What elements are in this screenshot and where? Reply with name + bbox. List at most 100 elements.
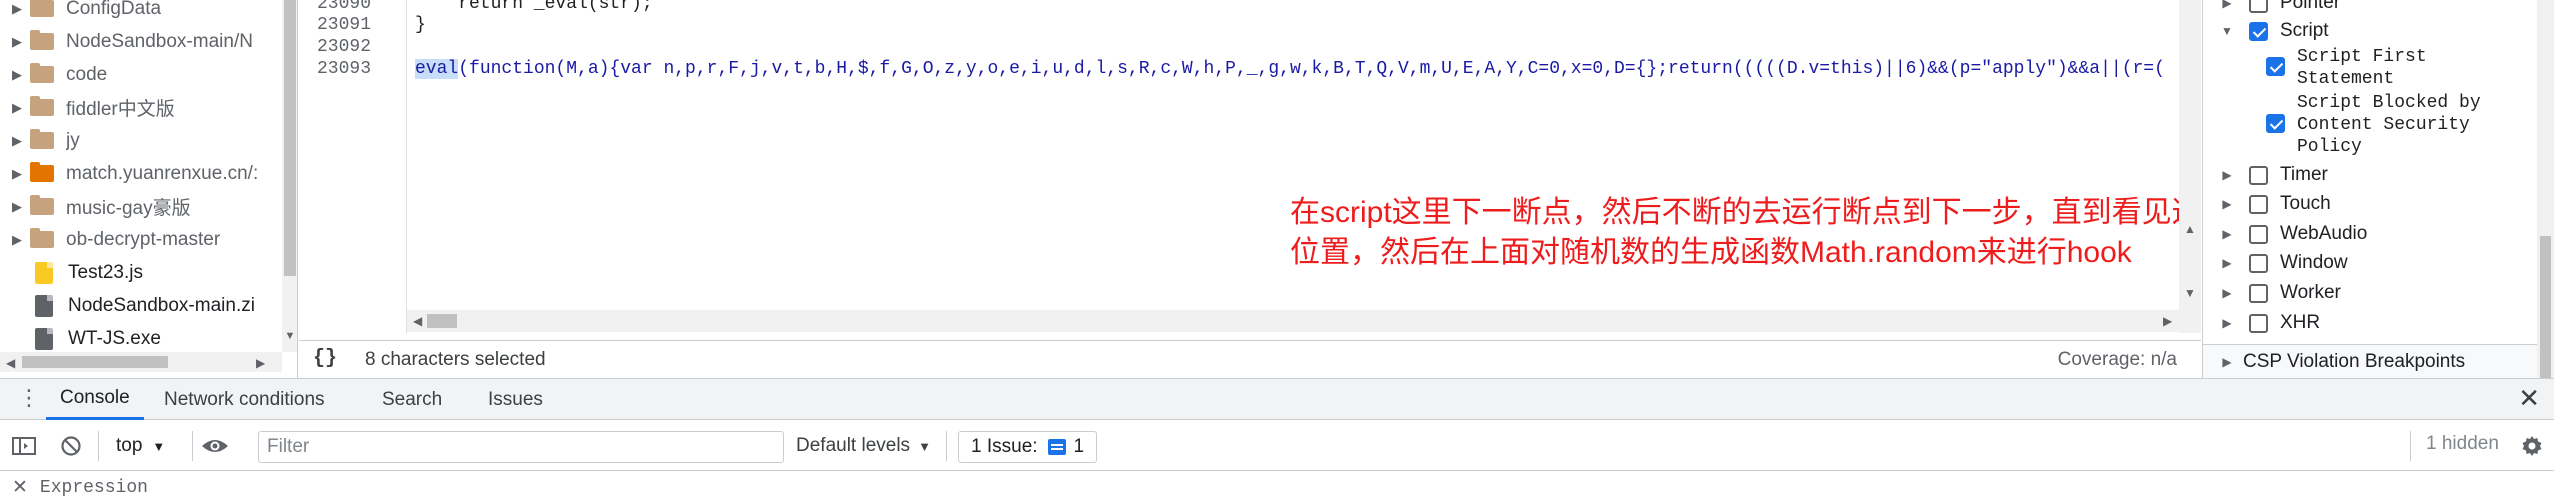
tab-search[interactable]: Search	[368, 379, 456, 420]
expand-arrow-icon[interactable]: ▶	[0, 166, 30, 182]
navigator-item[interactable]: ▶ code	[0, 58, 280, 91]
navigator-item[interactable]: ▶ music-gay豪版	[0, 190, 280, 223]
checkbox[interactable]	[2249, 313, 2268, 333]
breakpoints-vertical-scroll-thumb[interactable]	[2540, 236, 2551, 378]
issues-counter-button[interactable]: 1 Issue: 1	[958, 431, 1098, 463]
pretty-print-icon[interactable]: {}	[313, 347, 337, 370]
folder-icon	[30, 0, 54, 17]
scroll-up-icon[interactable]: ▲	[2184, 222, 2196, 236]
expand-arrow-icon[interactable]: ▶	[0, 133, 30, 149]
checkbox-checked[interactable]	[2266, 57, 2285, 76]
breakpoint-category-webaudio[interactable]: ▶ WebAudio	[2203, 220, 2367, 248]
navigator-scroll-down-icon[interactable]: ▼	[282, 330, 297, 346]
section-title: CSP Violation Breakpoints	[2243, 350, 2466, 372]
checkbox[interactable]	[2249, 283, 2268, 303]
scroll-right-icon[interactable]: ▶	[2163, 314, 2172, 328]
line-number-gutter[interactable]: 23090 23091 23092 23093	[299, 0, 407, 333]
checkbox[interactable]	[2249, 224, 2268, 244]
expand-arrow-icon[interactable]: ▶	[2217, 256, 2237, 270]
breakpoint-category-pointer[interactable]: ▶ Pointer	[2203, 0, 2340, 17]
folder-icon	[30, 30, 54, 50]
expand-arrow-icon[interactable]: ▶	[0, 232, 30, 248]
navigator-item-label: jy	[66, 129, 80, 151]
navigator-item[interactable]: ▶ fiddler中文版	[0, 91, 280, 124]
csp-violation-breakpoints-header[interactable]: ▶ CSP Violation Breakpoints	[2203, 344, 2539, 378]
scroll-right-icon[interactable]: ▶	[256, 356, 265, 370]
breakpoint-label: Script Blocked by Content Security Polic…	[2297, 92, 2481, 158]
navigator-item[interactable]: ▶ match.yuanrenxue.cn/:	[0, 157, 280, 190]
code-line[interactable]: return _eval(str);	[415, 0, 652, 14]
breakpoint-category-worker[interactable]: ▶ Worker	[2203, 279, 2341, 307]
expand-arrow-icon[interactable]: ▶	[2217, 197, 2237, 211]
navigator-item[interactable]: ▶ NodeSandbox-main/N	[0, 25, 280, 58]
expand-arrow-icon[interactable]: ▶	[2217, 316, 2237, 330]
code-line[interactable]: }	[415, 15, 426, 35]
console-filter-input[interactable]: Filter	[258, 431, 784, 463]
checkbox[interactable]	[2249, 194, 2268, 214]
navigator-item[interactable]: ▶ ConfigData	[0, 0, 280, 25]
editor-vertical-scrollbar[interactable]	[2179, 0, 2201, 333]
checkbox[interactable]	[2249, 253, 2268, 273]
breakpoint-script-first-statement[interactable]: Script First Statement	[2254, 46, 2427, 90]
console-settings-gear-icon[interactable]	[2520, 430, 2544, 462]
line-number: 23093	[317, 59, 372, 79]
category-label: WebAudio	[2280, 223, 2368, 244]
navigator-item[interactable]: WT-JS.exe	[0, 322, 280, 355]
checkbox[interactable]	[2249, 165, 2268, 185]
category-label: Touch	[2280, 193, 2331, 214]
tab-console[interactable]: Console	[46, 379, 144, 420]
sidebar-toggle-icon[interactable]	[12, 430, 36, 462]
file-navigator: ▶ ConfigData ▶ NodeSandbox-main/N ▶ code ▶ fidd…	[0, 0, 298, 378]
category-label: Timer	[2280, 164, 2328, 185]
checkbox[interactable]	[2249, 0, 2268, 13]
editor-horizontal-scroll-thumb[interactable]	[427, 314, 457, 328]
navigator-item-label: code	[66, 63, 108, 85]
scroll-left-icon[interactable]: ◀	[6, 356, 15, 370]
navigator-item[interactable]: ▶ ob-decrypt-master	[0, 223, 280, 256]
code-editor[interactable]: 23090 23091 23092 23093 return _eval(str…	[299, 0, 2201, 378]
expression-label[interactable]: Expression	[40, 478, 148, 498]
scroll-left-icon[interactable]: ◀	[413, 314, 422, 328]
navigator-vertical-scroll-thumb[interactable]	[284, 0, 296, 276]
navigator-item-label: match.yuanrenxue.cn/:	[66, 162, 259, 184]
collapse-arrow-icon[interactable]: ▼	[2217, 24, 2237, 38]
breakpoint-category-xhr[interactable]: ▶ XHR	[2203, 309, 2320, 337]
log-levels-dropdown[interactable]: Default levels ▼	[796, 430, 931, 462]
dropdown-arrow-icon: ▼	[152, 438, 166, 454]
expand-arrow-icon[interactable]: ▶	[0, 67, 30, 83]
context-selector[interactable]: top ▼	[116, 430, 165, 462]
drawer-menu-icon[interactable]: ⋮	[18, 387, 40, 409]
live-expression-eye-icon[interactable]	[200, 430, 230, 462]
close-drawer-icon[interactable]: ✕	[2518, 383, 2540, 414]
code-line-23093[interactable]: eval(function(M,a){var n,p,r,F,j,v,t,b,H…	[415, 59, 2165, 79]
breakpoint-category-window[interactable]: ▶ Window	[2203, 249, 2347, 277]
breakpoint-category-timer[interactable]: ▶ Timer	[2203, 161, 2328, 189]
expand-arrow-icon[interactable]: ▶	[2217, 227, 2237, 241]
tab-issues[interactable]: Issues	[474, 379, 557, 420]
navigator-horizontal-scroll-thumb[interactable]	[22, 356, 168, 368]
clear-console-icon[interactable]	[60, 430, 82, 462]
editor-horizontal-scrollbar[interactable]	[407, 310, 2179, 332]
expand-arrow-icon[interactable]: ▶	[2217, 286, 2237, 300]
label-line: Statement	[2297, 69, 2395, 89]
expand-arrow-icon[interactable]: ▶	[0, 100, 30, 116]
expand-arrow-icon[interactable]: ▶	[0, 1, 30, 17]
expand-arrow-icon[interactable]: ▶	[2217, 168, 2237, 182]
expand-arrow-icon[interactable]: ▶	[2217, 355, 2237, 369]
breakpoint-script-blocked-csp[interactable]: Script Blocked by Content Security Polic…	[2254, 92, 2481, 158]
expand-arrow-icon[interactable]: ▶	[2217, 0, 2237, 10]
editor-status-bar: {} 8 characters selected Coverage: n/a	[299, 340, 2201, 378]
checkbox-checked[interactable]	[2266, 114, 2285, 133]
checkbox-checked[interactable]	[2249, 21, 2268, 41]
navigator-item[interactable]: ▶ jy	[0, 124, 280, 157]
expand-arrow-icon[interactable]: ▶	[0, 34, 30, 50]
navigator-item[interactable]: NodeSandbox-main.zi	[0, 289, 280, 322]
scroll-down-icon[interactable]: ▼	[2184, 286, 2196, 300]
expand-arrow-icon[interactable]: ▶	[0, 199, 30, 215]
tab-network-conditions[interactable]: Network conditions	[150, 379, 339, 420]
navigator-item[interactable]: Test23.js	[0, 256, 280, 289]
breakpoint-category-touch[interactable]: ▶ Touch	[2203, 190, 2331, 218]
breakpoint-category-script[interactable]: ▼ Script	[2203, 17, 2329, 45]
file-icon	[35, 294, 53, 317]
remove-expression-icon[interactable]: ✕	[12, 476, 28, 499]
